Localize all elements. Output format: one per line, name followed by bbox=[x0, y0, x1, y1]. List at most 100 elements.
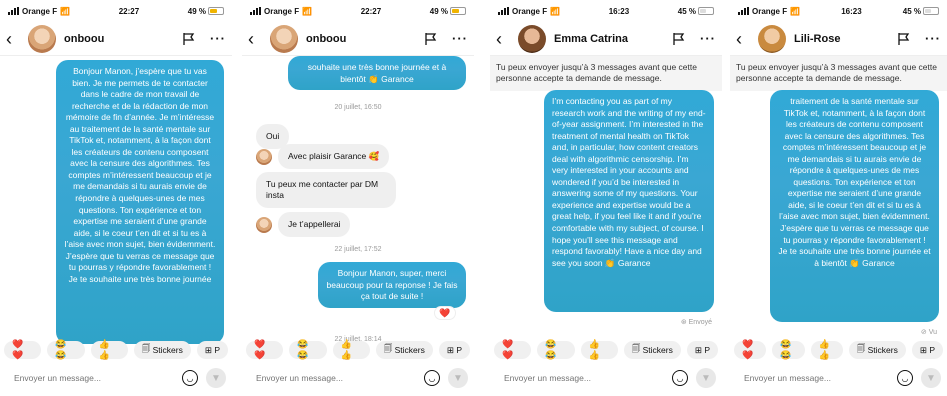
send-icon[interactable]: ▼ bbox=[696, 368, 716, 388]
gif-icon: ⊞ bbox=[204, 344, 215, 355]
dm-screen-lili-rose: Orange F 📶 16:23 45 % ‹ Lili-Rose ··· Tu… bbox=[730, 0, 947, 396]
carrier-label: Orange F bbox=[512, 6, 548, 16]
back-arrow-icon[interactable]: ‹ bbox=[736, 30, 750, 48]
emoji-icon[interactable]: ◡ bbox=[897, 370, 913, 386]
reaction-laugh[interactable]: 😂😂 bbox=[47, 339, 85, 360]
emoji-icon[interactable]: ◡ bbox=[424, 370, 440, 386]
quick-reactions: ❤️❤️ 😂😂 👍👍 🗐 Stickers ⊞ P bbox=[4, 339, 228, 360]
flag-icon[interactable] bbox=[672, 32, 686, 46]
send-icon[interactable]: ▼ bbox=[448, 368, 468, 388]
avatar[interactable] bbox=[256, 148, 272, 165]
message-input[interactable] bbox=[744, 373, 897, 383]
message-composer: ◡ ▼ bbox=[496, 366, 716, 390]
incoming-message: Je t’appellerai bbox=[278, 212, 351, 238]
stickers-button[interactable]: 🗐 Stickers bbox=[848, 341, 906, 359]
incoming-message: Avec plaisir Garance 🥰 bbox=[278, 144, 390, 170]
gif-icon: ⊞ bbox=[446, 344, 457, 355]
message-input[interactable] bbox=[256, 373, 424, 383]
more-reactions-button[interactable]: ⊞ P bbox=[438, 341, 470, 359]
status-bar: Orange F 📶 22:27 49 % bbox=[0, 0, 232, 22]
avatar[interactable] bbox=[256, 216, 272, 233]
sent-status: ⊛ Envoyé bbox=[680, 319, 712, 326]
contact-name[interactable]: Lili-Rose bbox=[794, 33, 889, 45]
battery-icon bbox=[922, 7, 939, 15]
stickers-button[interactable]: 🗐 Stickers bbox=[133, 341, 191, 359]
reaction-hearts[interactable]: ❤️❤️ bbox=[494, 339, 532, 360]
emoji-icon[interactable]: ◡ bbox=[182, 370, 198, 386]
quick-reactions: ❤️❤️ 😂😂 👍👍 🗐 Stickers ⊞ P bbox=[246, 339, 470, 360]
stickers-button[interactable]: 🗐 Stickers bbox=[375, 341, 433, 359]
back-arrow-icon[interactable]: ‹ bbox=[6, 30, 20, 48]
emoji-icon[interactable]: ◡ bbox=[672, 370, 688, 386]
reaction-thumbs[interactable]: 👍👍 bbox=[90, 339, 128, 360]
reaction-hearts[interactable]: ❤️❤️ bbox=[734, 339, 767, 360]
conversation-header: ‹ Emma Catrina ··· bbox=[490, 22, 722, 56]
avatar[interactable] bbox=[758, 24, 786, 53]
more-options-icon[interactable]: ··· bbox=[925, 31, 941, 46]
contact-name[interactable]: onboou bbox=[306, 33, 416, 45]
message-request-notice: Tu peux envoyer jusqu’à 3 messages avant… bbox=[490, 56, 722, 91]
clock: 22:27 bbox=[360, 6, 382, 16]
quick-reactions: ❤️❤️ 😂😂 👍👍 🗐 Stickers ⊞ P bbox=[494, 339, 718, 360]
more-options-icon[interactable]: ··· bbox=[210, 31, 226, 46]
contact-name[interactable]: onboou bbox=[64, 33, 174, 45]
send-icon[interactable]: ▼ bbox=[921, 368, 941, 388]
gif-icon: ⊞ bbox=[919, 344, 930, 355]
stickers-button[interactable]: 🗐 Stickers bbox=[623, 341, 681, 359]
wifi-icon: 📶 bbox=[790, 6, 801, 16]
signal-icon bbox=[250, 7, 261, 15]
battery-percent: 49 % bbox=[429, 6, 448, 16]
flag-icon[interactable] bbox=[897, 32, 911, 46]
clock: 16:23 bbox=[608, 6, 630, 16]
more-reactions-button[interactable]: ⊞ P bbox=[686, 341, 718, 359]
message-input[interactable] bbox=[504, 373, 672, 383]
reaction-hearts[interactable]: ❤️❤️ bbox=[4, 339, 42, 360]
contact-name[interactable]: Emma Catrina bbox=[554, 33, 664, 45]
flag-icon[interactable] bbox=[424, 32, 438, 46]
signal-icon bbox=[738, 7, 749, 15]
incoming-message: Tu peux me contacter par DM insta bbox=[256, 172, 396, 209]
conversation-header: ‹ onboou ··· bbox=[242, 22, 474, 56]
more-reactions-button[interactable]: ⊞ P bbox=[911, 341, 943, 359]
status-bar: Orange F 📶 16:23 45 % bbox=[730, 0, 947, 22]
battery-icon bbox=[207, 7, 224, 15]
reaction-thumbs[interactable]: 👍👍 bbox=[332, 339, 370, 360]
reaction-laugh[interactable]: 😂😂 bbox=[289, 339, 327, 360]
battery-icon bbox=[697, 7, 714, 15]
wifi-icon: 📶 bbox=[550, 6, 561, 16]
message-composer: ◡ ▼ bbox=[736, 366, 941, 390]
outgoing-message: traitement de la santé mentale sur TikTo… bbox=[770, 90, 939, 322]
sticker-icon: 🗐 bbox=[141, 343, 153, 353]
reaction-thumbs[interactable]: 👍👍 bbox=[810, 339, 843, 360]
signal-icon bbox=[498, 7, 509, 15]
heart-reaction[interactable]: ❤️ bbox=[434, 306, 456, 320]
avatar[interactable] bbox=[270, 24, 298, 53]
send-icon[interactable]: ▼ bbox=[206, 368, 226, 388]
reaction-laugh[interactable]: 😂😂 bbox=[537, 339, 575, 360]
reaction-thumbs[interactable]: 👍👍 bbox=[580, 339, 618, 360]
more-options-icon[interactable]: ··· bbox=[700, 31, 716, 46]
conversation-header: ‹ onboou ··· bbox=[0, 22, 232, 56]
message-input[interactable] bbox=[14, 373, 182, 383]
back-arrow-icon[interactable]: ‹ bbox=[248, 30, 262, 48]
battery-icon bbox=[449, 7, 466, 15]
reaction-hearts[interactable]: ❤️❤️ bbox=[246, 339, 284, 360]
more-reactions-button[interactable]: ⊞ P bbox=[196, 341, 228, 359]
quick-reactions: ❤️❤️ 😂😂 👍👍 🗐 Stickers ⊞ P bbox=[734, 339, 943, 360]
clock: 16:23 bbox=[841, 6, 862, 16]
reaction-laugh[interactable]: 😂😂 bbox=[772, 339, 805, 360]
outgoing-message: souhaite une très bonne journée et à bie… bbox=[288, 56, 466, 90]
avatar[interactable] bbox=[28, 24, 56, 53]
flag-icon[interactable] bbox=[182, 32, 196, 46]
outgoing-message: Bonjour Manon, super, merci beaucoup pou… bbox=[318, 262, 466, 308]
signal-icon bbox=[8, 7, 19, 15]
carrier-label: Orange F bbox=[752, 6, 788, 16]
sticker-icon: 🗐 bbox=[856, 343, 868, 353]
avatar[interactable] bbox=[518, 24, 546, 53]
sticker-icon: 🗐 bbox=[383, 343, 395, 353]
more-options-icon[interactable]: ··· bbox=[452, 31, 468, 46]
battery-percent: 49 % bbox=[187, 6, 206, 16]
battery-percent: 45 % bbox=[902, 6, 921, 16]
back-arrow-icon[interactable]: ‹ bbox=[496, 30, 510, 48]
carrier-label: Orange F bbox=[264, 6, 300, 16]
